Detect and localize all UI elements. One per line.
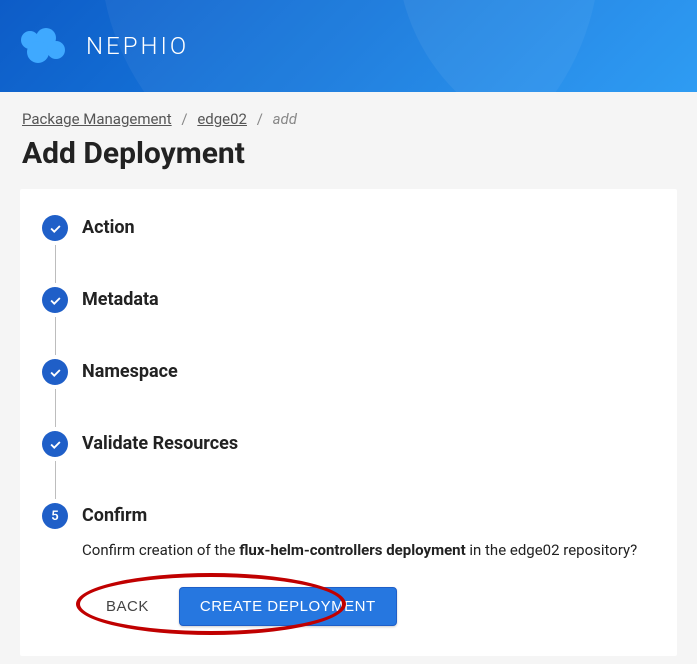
create-deployment-button[interactable]: CREATE DEPLOYMENT — [179, 587, 397, 626]
back-button[interactable]: BACK — [96, 590, 159, 623]
check-icon — [42, 431, 68, 457]
page-title: Add Deployment — [0, 136, 697, 189]
breadcrumb-link-package-management[interactable]: Package Management — [22, 110, 172, 128]
step-action[interactable]: Action — [42, 215, 655, 241]
breadcrumb-separator: / — [257, 110, 263, 128]
step-confirm-content: Confirm creation of the flux-helm-contro… — [82, 541, 655, 626]
confirm-package-name: flux-helm-controllers deployment — [239, 541, 465, 559]
step-connector — [55, 389, 57, 427]
step-label: Metadata — [82, 287, 159, 313]
step-connector — [55, 461, 57, 499]
breadcrumb-separator: / — [181, 110, 187, 128]
check-icon — [42, 359, 68, 385]
brand-logo: NEPHIO — [20, 28, 189, 64]
nephio-logomark — [20, 28, 76, 64]
step-namespace[interactable]: Namespace — [42, 359, 655, 385]
breadcrumb-current: add — [273, 110, 297, 128]
check-icon — [42, 287, 68, 313]
step-metadata[interactable]: Metadata — [42, 287, 655, 313]
step-label: Namespace — [82, 359, 178, 385]
breadcrumb: Package Management / edge02 / add — [0, 92, 697, 136]
wizard-actions: BACK CREATE DEPLOYMENT — [96, 587, 655, 626]
step-validate[interactable]: Validate Resources — [42, 431, 655, 457]
step-label: Validate Resources — [82, 431, 238, 457]
confirm-text: Confirm creation of the flux-helm-contro… — [82, 541, 655, 559]
step-label: Action — [82, 215, 135, 241]
step-connector — [55, 245, 57, 283]
step-label: Confirm — [82, 503, 147, 529]
brand-name: NEPHIO — [86, 32, 189, 60]
breadcrumb-link-edge02[interactable]: edge02 — [197, 110, 247, 128]
confirm-suffix: in the edge02 repository? — [466, 541, 638, 559]
confirm-prefix: Confirm creation of the — [82, 541, 239, 559]
step-number-icon: 5 — [42, 503, 68, 529]
step-connector — [55, 317, 57, 355]
step-confirm: 5 Confirm — [42, 503, 655, 529]
check-icon — [42, 215, 68, 241]
stepper: Action Metadata Namespace Validate Resou… — [42, 215, 655, 626]
app-header: NEPHIO — [0, 0, 697, 92]
wizard-card: Action Metadata Namespace Validate Resou… — [20, 189, 677, 656]
